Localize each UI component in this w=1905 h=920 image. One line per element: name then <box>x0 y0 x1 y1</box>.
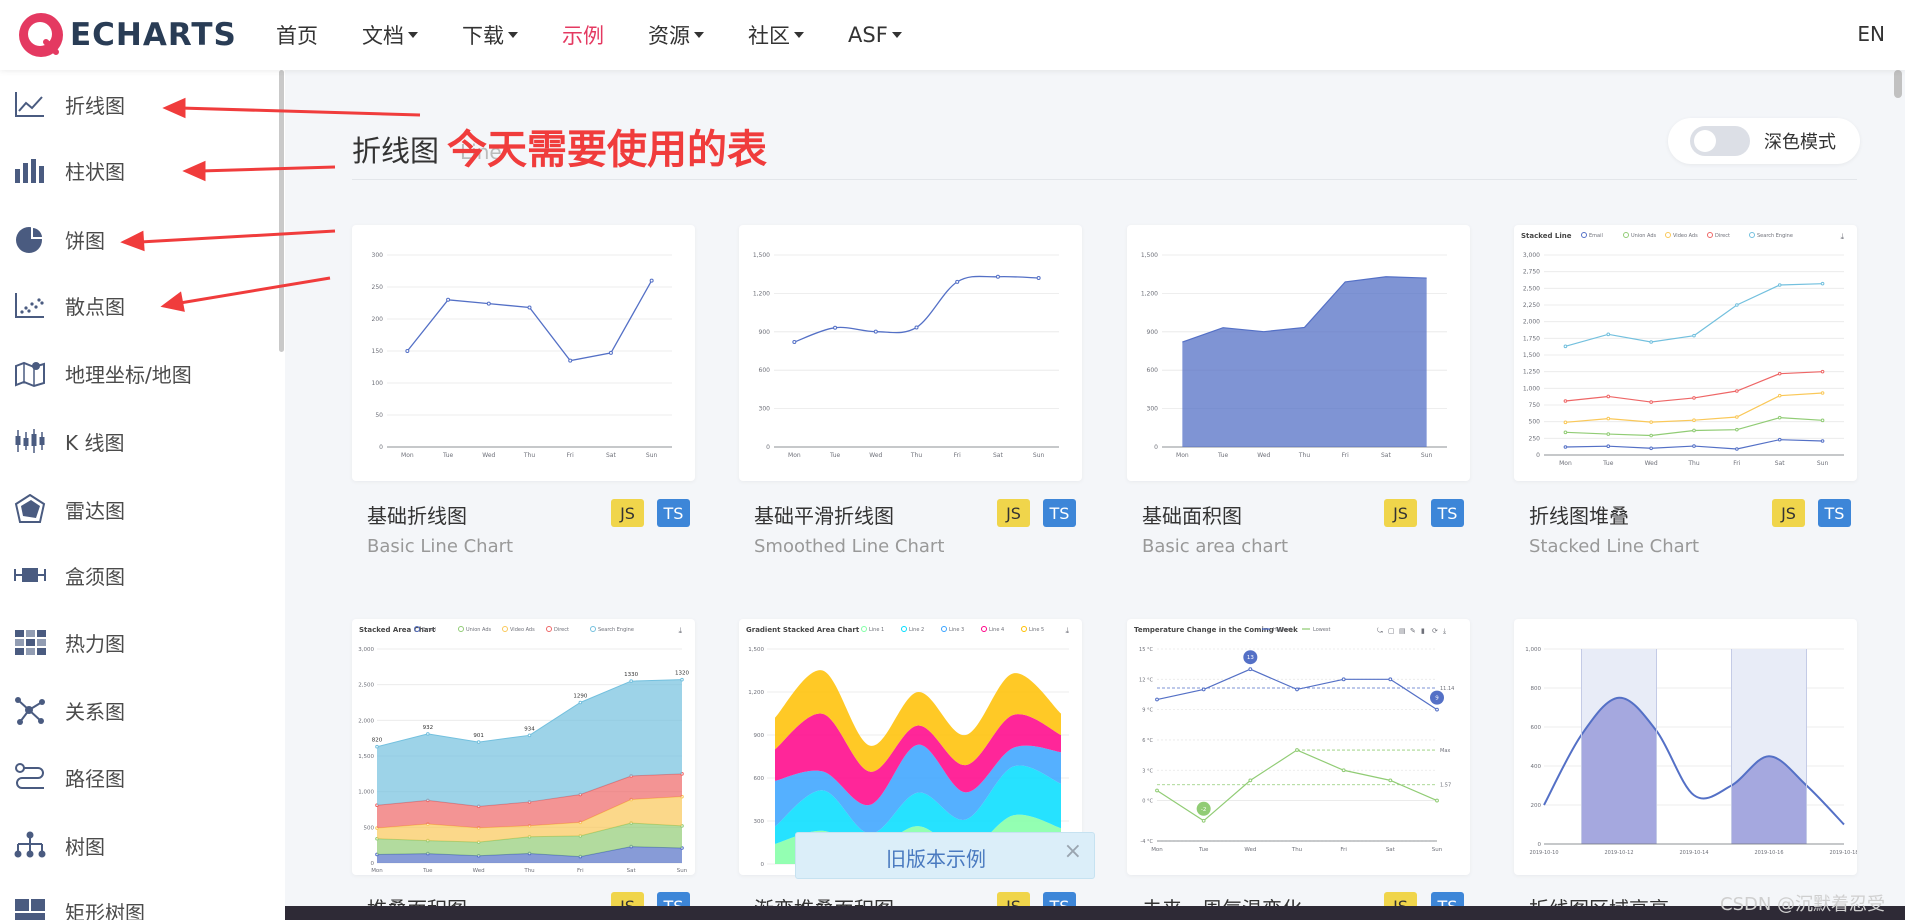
nav-asf-label: ASF <box>848 23 888 47</box>
caret-down-icon <box>508 32 518 38</box>
nav-download[interactable]: 下载 <box>462 20 518 50</box>
annotation-arrowhead <box>182 160 206 182</box>
nav-community[interactable]: 社区 <box>748 20 804 50</box>
nav-home-label: 首页 <box>276 24 318 48</box>
annotation-arrow <box>179 106 421 117</box>
caret-down-icon <box>408 32 418 38</box>
annotation-arrow <box>199 165 336 173</box>
logo-text: ECHARTS <box>70 17 237 53</box>
main-nav: 首页 文档 下载 示例 资源 社区 ASF <box>276 0 946 70</box>
nav-docs-label: 文档 <box>362 24 404 48</box>
nav-download-label: 下载 <box>462 24 504 48</box>
annotation-arrow <box>179 276 331 305</box>
nav-examples[interactable]: 示例 <box>562 20 604 50</box>
nav-community-label: 社区 <box>748 24 790 48</box>
annotation-arrowhead <box>120 230 145 252</box>
language-switch[interactable]: EN <box>1857 22 1885 46</box>
annotation-arrowhead <box>162 97 186 119</box>
nav-examples-label: 示例 <box>562 24 604 48</box>
nav-asf[interactable]: ASF <box>848 23 902 47</box>
top-navbar: ECHARTS 首页 文档 下载 示例 资源 社区 ASF EN <box>0 0 1905 70</box>
nav-docs[interactable]: 文档 <box>362 20 418 50</box>
caret-down-icon <box>891 32 902 38</box>
caret-down-icon <box>794 32 804 38</box>
nav-resources-label: 资源 <box>648 24 690 48</box>
annotation-arrows <box>120 97 421 312</box>
annotation-arrowhead <box>160 291 185 312</box>
caret-down-icon <box>694 32 704 38</box>
nav-resources[interactable]: 资源 <box>648 20 704 50</box>
annotation-arrow <box>139 229 336 244</box>
echarts-logo[interactable]: ECHARTS <box>18 11 237 59</box>
nav-home[interactable]: 首页 <box>276 20 318 50</box>
echarts-logo-icon <box>18 12 64 58</box>
